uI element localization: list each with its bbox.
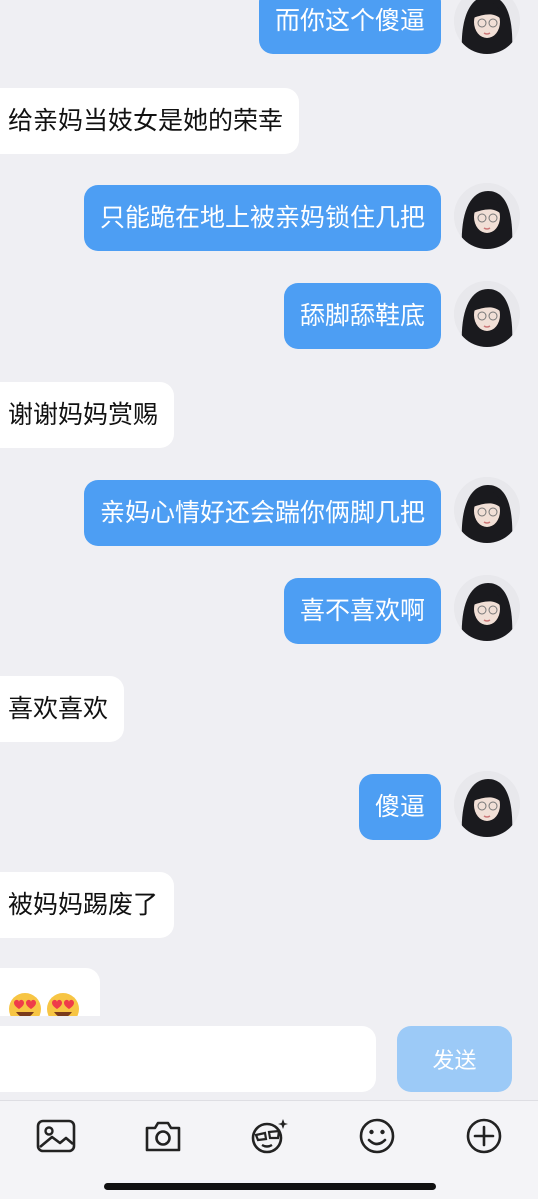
message-bubble-incoming[interactable]: 被妈妈踢废了 [0, 872, 175, 938]
avatar[interactable] [454, 575, 520, 641]
emoji-icon[interactable] [354, 1113, 400, 1159]
chat-message-list[interactable]: 而你这个傻逼 给亲妈当妓女是她的荣幸 只能跪在地上被亲妈锁住几把 舔脚舔鞋底 谢… [0, 0, 538, 1016]
message-bubble-outgoing[interactable]: 舔脚舔鞋底 [283, 283, 441, 349]
message-bubble-outgoing[interactable]: 而你这个傻逼 [258, 0, 441, 54]
avatar[interactable] [454, 281, 520, 347]
message-composer: 发送 [0, 1016, 538, 1100]
add-icon[interactable] [461, 1113, 507, 1159]
message-bubble-outgoing[interactable]: 傻逼 [358, 774, 441, 840]
message-bubble-incoming[interactable] [0, 968, 100, 1016]
message-bubble-outgoing[interactable]: 亲妈心情好还会踹你俩脚几把 [83, 480, 441, 546]
home-indicator[interactable] [104, 1183, 436, 1190]
message-bubble-outgoing[interactable]: 只能跪在地上被亲妈锁住几把 [83, 185, 441, 251]
sticker-icon[interactable] [246, 1113, 292, 1159]
heart-eyes-emoji [46, 985, 80, 1016]
heart-eyes-emoji [8, 985, 42, 1016]
avatar[interactable] [454, 771, 520, 837]
avatar[interactable] [454, 183, 520, 249]
message-bubble-incoming[interactable]: 喜欢喜欢 [0, 676, 125, 742]
image-icon[interactable] [33, 1113, 79, 1159]
message-bubble-incoming[interactable]: 谢谢妈妈赏赐 [0, 382, 175, 448]
avatar[interactable] [454, 477, 520, 543]
message-bubble-outgoing[interactable]: 喜不喜欢啊 [283, 578, 441, 644]
avatar[interactable] [454, 0, 520, 54]
send-button[interactable]: 发送 [397, 1026, 512, 1092]
message-input[interactable] [0, 1026, 376, 1092]
camera-icon[interactable] [140, 1113, 186, 1159]
message-bubble-incoming[interactable]: 给亲妈当妓女是她的荣幸 [0, 88, 300, 154]
